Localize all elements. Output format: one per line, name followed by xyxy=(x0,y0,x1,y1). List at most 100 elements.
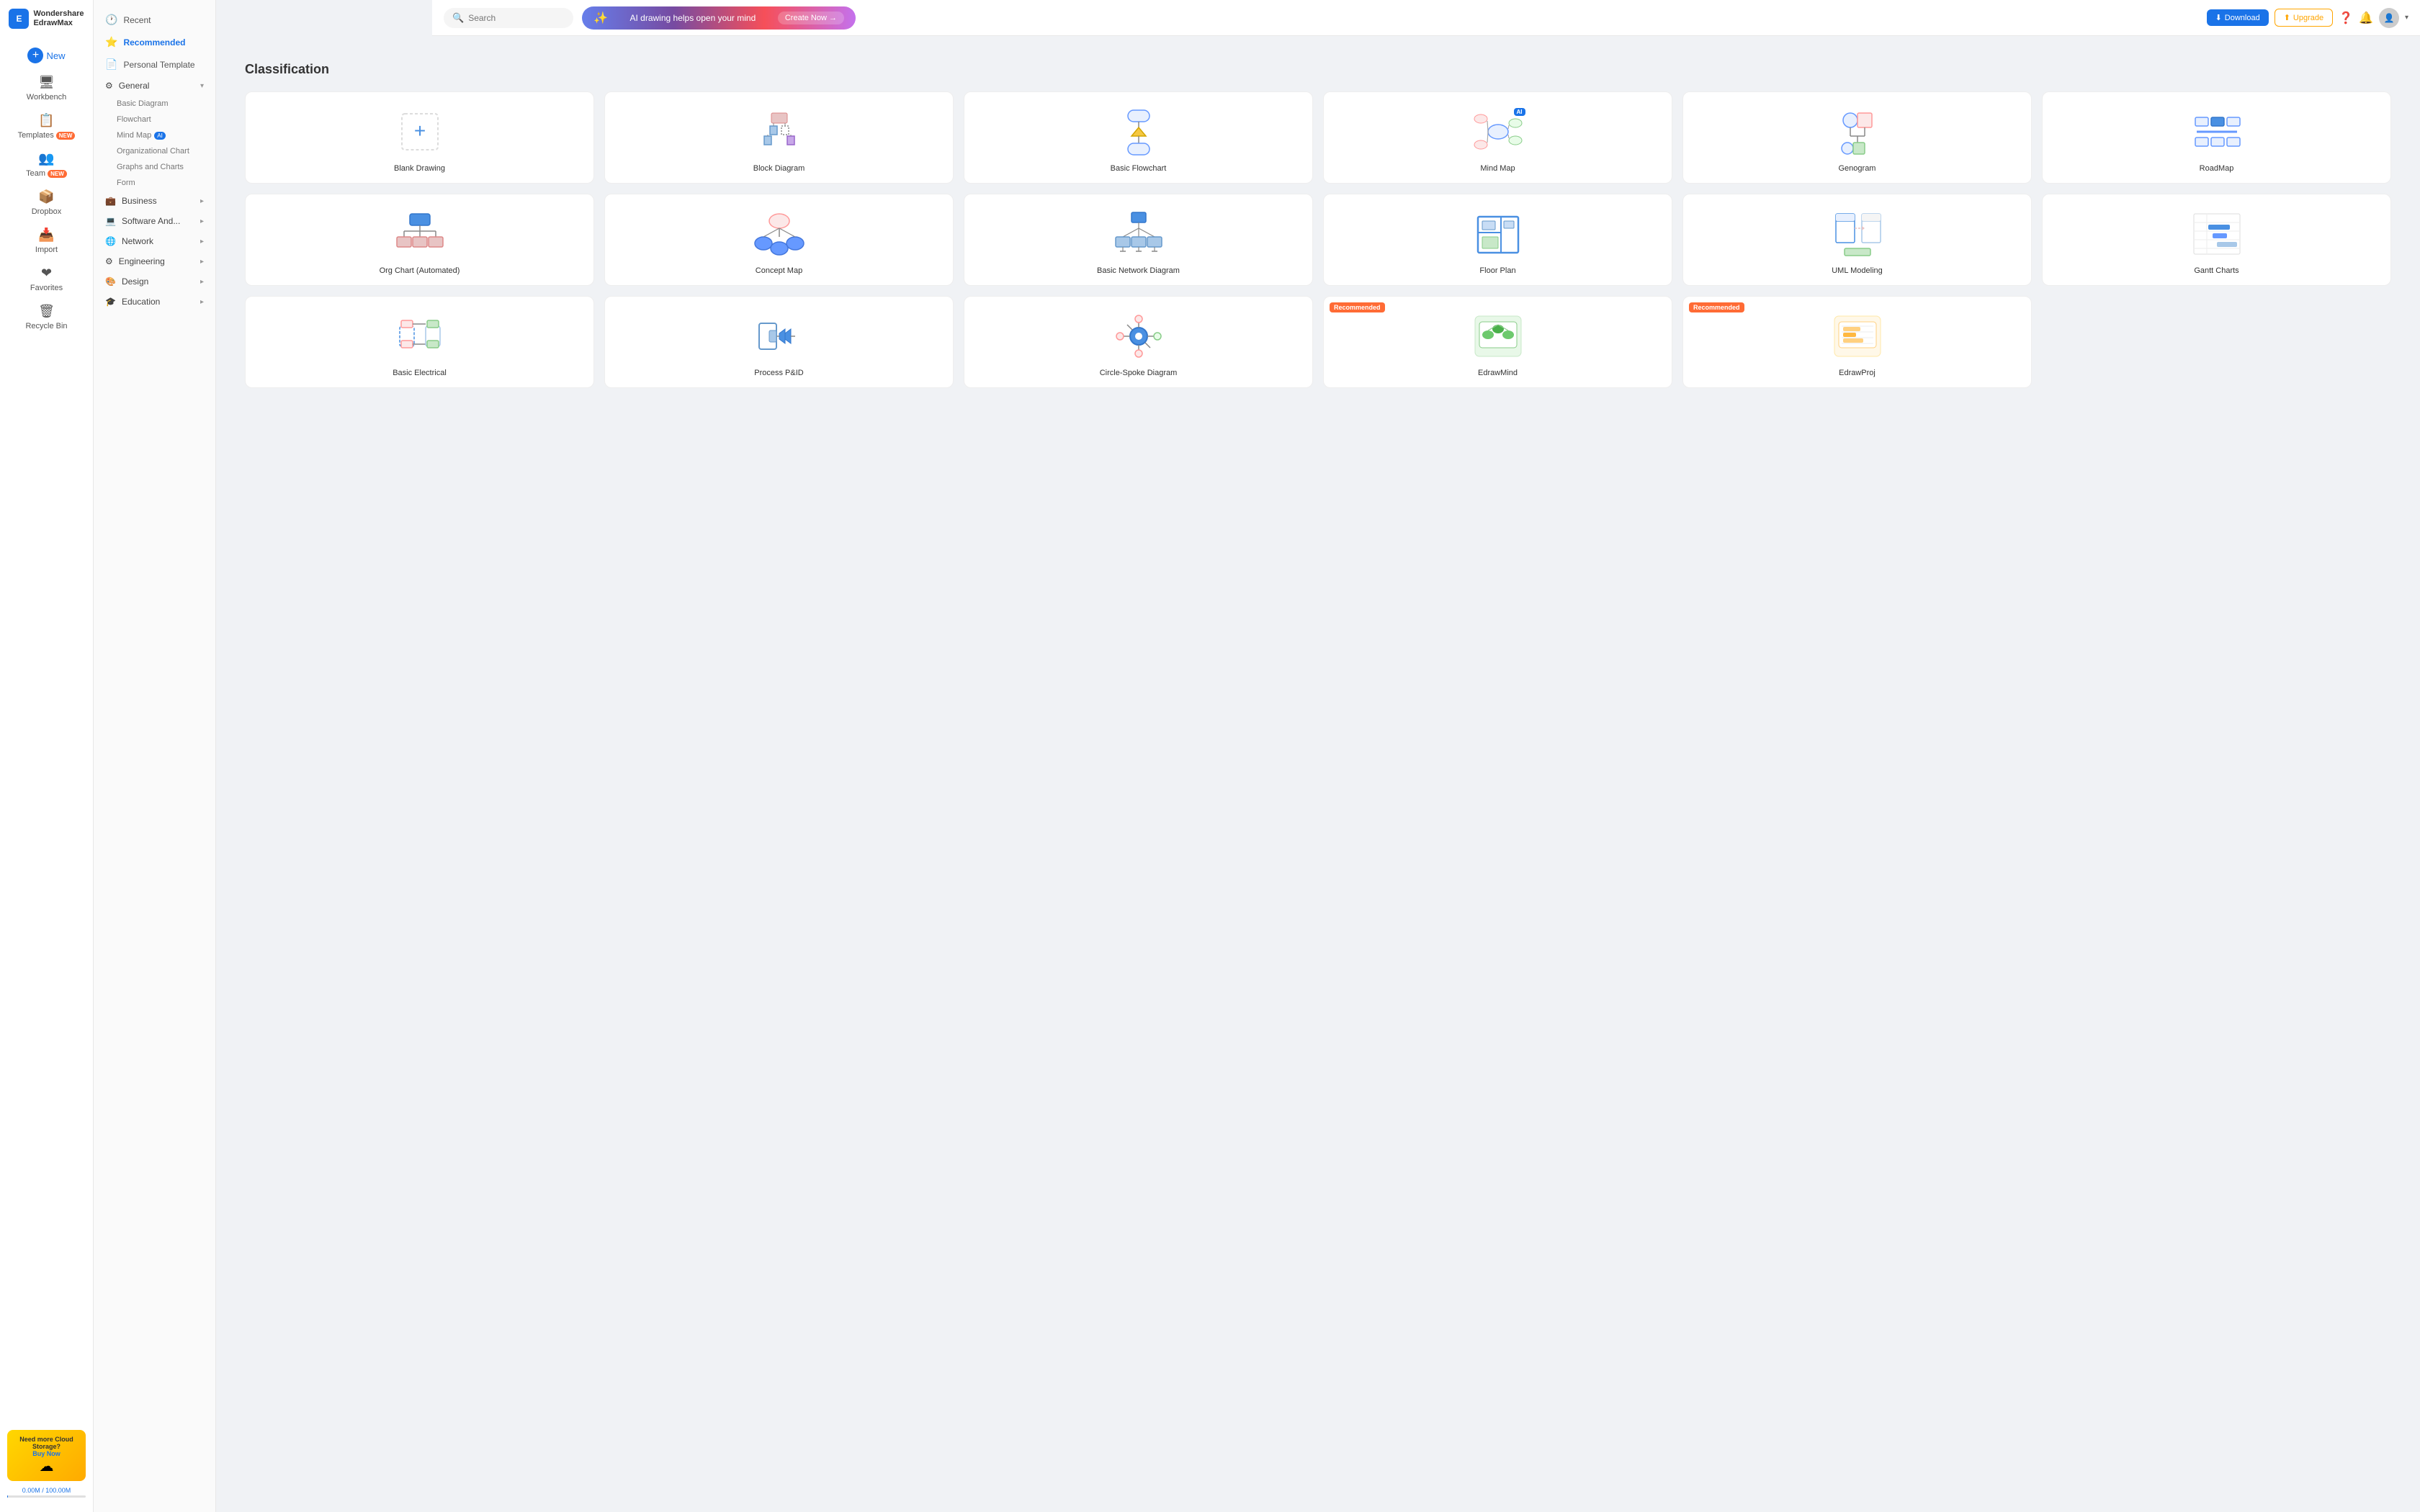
floorplan-label: Floor Plan xyxy=(1479,266,1515,275)
ai-banner-cta[interactable]: Create Now → xyxy=(778,12,844,24)
nav-sub-graphs[interactable]: Graphs and Charts xyxy=(94,159,215,175)
card-basic-flowchart[interactable]: Basic Flowchart xyxy=(964,91,1313,184)
search-input[interactable] xyxy=(468,13,555,23)
nav-panel: 🕐 Recent ⭐ Recommended 📄 Personal Templa… xyxy=(94,0,216,1512)
software-icon: 💻 xyxy=(105,216,116,226)
team-badge: NEW xyxy=(48,170,67,178)
genogram-label: Genogram xyxy=(1839,164,1876,173)
cloud-promo-buy[interactable]: Buy Now xyxy=(13,1450,80,1457)
general-icon: ⚙ xyxy=(105,81,113,91)
card-process[interactable]: Process P&ID xyxy=(604,296,954,388)
card-org-chart[interactable]: Org Chart (Automated) xyxy=(245,194,594,286)
sidebar-item-dropbox[interactable]: 📦 Dropbox xyxy=(0,184,93,222)
orgchart-label: Org Chart (Automated) xyxy=(380,266,460,275)
card-network-diagram[interactable]: Basic Network Diagram xyxy=(964,194,1313,286)
cloud-promo[interactable]: Need more Cloud Storage? Buy Now ☁ xyxy=(7,1430,86,1481)
nav-sub-form[interactable]: Form xyxy=(94,175,215,191)
nav-group-design[interactable]: 🎨Design ▸ xyxy=(94,271,215,292)
circle-spoke-visual xyxy=(1110,311,1168,361)
uml-visual xyxy=(1829,209,1886,259)
sidebar-item-import[interactable]: 📥 Import xyxy=(0,222,93,260)
dropbox-icon: 📦 xyxy=(38,189,54,204)
sidebar-recycle-label: Recycle Bin xyxy=(25,322,67,330)
roadmap-visual xyxy=(2188,107,2246,157)
nav-group-general[interactable]: ⚙ General ▾ xyxy=(94,76,215,96)
chevron-down-icon[interactable]: ▾ xyxy=(2405,14,2408,22)
storage-bar xyxy=(7,1495,86,1498)
sidebar-item-new[interactable]: + New xyxy=(0,42,93,69)
general-label: General xyxy=(119,81,150,91)
card-roadmap[interactable]: RoadMap xyxy=(2042,91,2391,184)
upgrade-button[interactable]: ⬆ Upgrade xyxy=(2275,9,2333,27)
card-block-diagram[interactable]: Block Diagram xyxy=(604,91,954,184)
design-label: Design xyxy=(122,276,148,287)
nav-group-business[interactable]: 💼Business ▸ xyxy=(94,191,215,211)
card-uml[interactable]: UML Modeling xyxy=(1682,194,2032,286)
concept-label: Concept Map xyxy=(756,266,802,275)
card-floor-plan[interactable]: Floor Plan xyxy=(1323,194,1672,286)
nav-sub-basic-diagram[interactable]: Basic Diagram xyxy=(94,96,215,112)
workbench-icon: 🖥 xyxy=(38,75,55,90)
download-icon: ⬇ xyxy=(2215,13,2222,22)
card-mind-map[interactable]: AI Mind Map xyxy=(1323,91,1672,184)
electrical-label: Basic Electrical xyxy=(393,369,447,377)
card-circle-spoke[interactable]: Circle-Spoke Diagram xyxy=(964,296,1313,388)
sidebar-item-team[interactable]: 👥 Team NEW xyxy=(0,145,93,184)
nav-group-network[interactable]: 🌐Network ▸ xyxy=(94,231,215,251)
left-sidebar: E WondershareEdrawMax + New 🖥 Workbench … xyxy=(0,0,94,1512)
business-icon: 💼 xyxy=(105,196,116,206)
engineering-icon: ⚙ xyxy=(105,256,113,266)
gantt-label: Gantt Charts xyxy=(2194,266,2238,275)
mindmap-visual: AI xyxy=(1469,107,1527,157)
ai-banner-text: AI drawing helps open your mind xyxy=(630,13,756,23)
nav-recent-label: Recent xyxy=(123,15,151,25)
floorplan-visual xyxy=(1469,209,1527,259)
nav-group-education[interactable]: 🎓Education ▸ xyxy=(94,292,215,312)
storage-area: Need more Cloud Storage? Buy Now ☁ 0.00M… xyxy=(0,1424,93,1503)
bell-icon[interactable]: 🔔 xyxy=(2359,11,2373,25)
sidebar-item-favorites[interactable]: ❤ Favorites xyxy=(0,260,93,298)
sidebar-item-workbench[interactable]: 🖥 Workbench xyxy=(0,69,93,107)
templates-icon: 📋 xyxy=(38,113,54,128)
cloud-promo-title: Need more Cloud Storage? xyxy=(13,1436,80,1450)
education-icon: 🎓 xyxy=(105,297,116,307)
sidebar-item-templates[interactable]: 📋 Templates NEW xyxy=(0,107,93,145)
general-group-left: ⚙ General xyxy=(105,81,149,91)
sidebar-team-label: Team NEW xyxy=(26,169,67,178)
flowchart-label: Basic Flowchart xyxy=(1111,164,1167,173)
card-edrawproj[interactable]: Recommended EdrawProj xyxy=(1682,296,2032,388)
download-button[interactable]: ⬇ Download xyxy=(2207,9,2269,26)
nav-sub-mindmap[interactable]: Mind Map AI xyxy=(94,127,215,143)
roadmap-label: RoadMap xyxy=(2200,164,2234,173)
help-icon[interactable]: ❓ xyxy=(2339,11,2353,25)
recent-icon: 🕐 xyxy=(105,14,117,26)
top-bar: 🔍 ✨ AI drawing helps open your mind Crea… xyxy=(432,0,2420,36)
sidebar-new-label: New xyxy=(46,50,65,61)
sidebar-dropbox-label: Dropbox xyxy=(32,207,62,216)
avatar[interactable]: 👤 xyxy=(2379,8,2399,28)
nav-group-software[interactable]: 💻Software And... ▸ xyxy=(94,211,215,231)
ai-banner[interactable]: ✨ AI drawing helps open your mind Create… xyxy=(582,6,856,30)
edrawmind-recommended-badge: Recommended xyxy=(1330,302,1385,312)
card-blank-drawing[interactable]: + Blank Drawing xyxy=(245,91,594,184)
nav-group-engineering[interactable]: ⚙Engineering ▸ xyxy=(94,251,215,271)
mindmap-ai-badge: AI xyxy=(154,132,166,140)
card-genogram[interactable]: Genogram xyxy=(1682,91,2032,184)
header-actions: ⬇ Download ⬆ Upgrade ❓ 🔔 👤 ▾ xyxy=(2207,8,2408,28)
search-bar[interactable]: 🔍 xyxy=(444,8,573,28)
concept-visual xyxy=(750,209,808,259)
electrical-visual xyxy=(391,311,449,361)
sidebar-import-label: Import xyxy=(35,246,58,254)
card-electrical[interactable]: Basic Electrical xyxy=(245,296,594,388)
nav-personal-template[interactable]: 📄 Personal Template xyxy=(94,53,215,76)
card-edrawmind[interactable]: Recommended EdrawMind xyxy=(1323,296,1672,388)
nav-sub-flowchart[interactable]: Flowchart xyxy=(94,112,215,127)
nav-sub-org[interactable]: Organizational Chart xyxy=(94,143,215,159)
card-gantt[interactable]: Gantt Charts xyxy=(2042,194,2391,286)
nav-recommended[interactable]: ⭐ Recommended xyxy=(94,31,215,53)
flowchart-visual xyxy=(1110,107,1168,157)
nav-recent[interactable]: 🕐 Recent xyxy=(94,9,215,31)
card-concept-map[interactable]: Concept Map xyxy=(604,194,954,286)
block-diagram-label: Block Diagram xyxy=(753,164,805,173)
sidebar-item-recycle[interactable]: 🗑 Recycle Bin xyxy=(0,298,93,336)
